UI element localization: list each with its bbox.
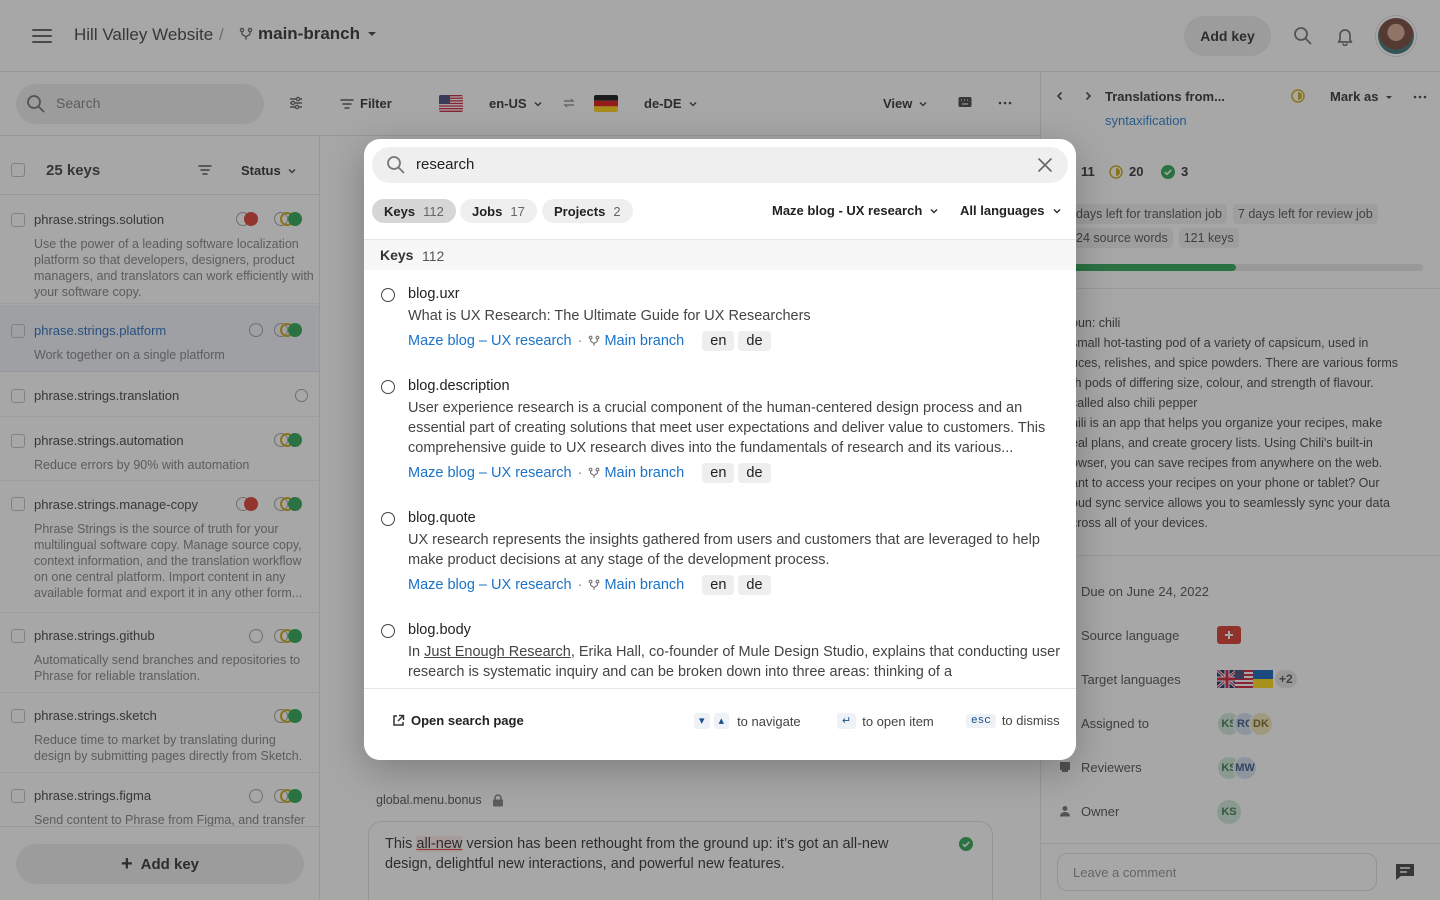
global-search-modal: research Keys 112 Jobs 17 Projects 2 Maze b… — [364, 139, 1076, 760]
result-meta: Maze blog – UX research · Main branch en… — [408, 575, 771, 595]
close-icon[interactable] — [1036, 156, 1054, 174]
search-result[interactable]: blog.quote UX research represents the in… — [364, 494, 1076, 606]
esc-key: esc — [966, 713, 996, 728]
arrow-up-key-icon: ▴ — [713, 713, 730, 729]
search-result[interactable]: blog.description User experience researc… — [364, 362, 1076, 494]
open-search-page-link[interactable]: Open search page — [392, 713, 524, 728]
navigate-hint: ▾ ▴ to navigate — [694, 713, 801, 729]
dismiss-hint: esc to dismiss — [966, 713, 1060, 728]
modal-footer: Open search page ▾ ▴ to navigate ↵ to op… — [364, 688, 1076, 760]
project-filter-label: Maze blog - UX research — [772, 203, 923, 218]
result-description: What is UX Research: The Ultimate Guide … — [408, 308, 811, 324]
project-filter-dropdown[interactable]: Maze blog - UX research — [772, 203, 939, 218]
tab-jobs[interactable]: Jobs 17 — [460, 199, 537, 223]
external-link-icon — [393, 714, 405, 726]
result-meta: Maze blog – UX research · Main branch en… — [408, 463, 771, 483]
results-section-header: Keys 112 — [364, 240, 1076, 270]
search-results-list: blog.uxr What is UX Research: The Ultima… — [364, 270, 1076, 688]
arrow-down-key-icon: ▾ — [694, 713, 710, 729]
branch-link[interactable]: Main branch — [604, 577, 684, 593]
tab-keys[interactable]: Keys 112 — [372, 199, 456, 223]
search-query: research — [416, 156, 475, 173]
branch-icon — [589, 467, 600, 478]
project-link[interactable]: Maze blog – UX research — [408, 577, 572, 593]
language-tag: de — [738, 331, 771, 351]
language-tag: en — [702, 331, 735, 351]
branch-link[interactable]: Main branch — [604, 465, 684, 481]
result-meta: Maze blog – UX research · Main branch en… — [408, 331, 771, 351]
project-link[interactable]: Maze blog – UX research — [408, 333, 572, 349]
branch-icon — [589, 335, 600, 346]
language-filter-dropdown[interactable]: All languages — [960, 203, 1062, 218]
chevron-down-icon — [930, 208, 938, 214]
language-filter-label: All languages — [960, 203, 1045, 218]
result-description: User experience research is a crucial co… — [408, 400, 1046, 456]
result-key: blog.uxr — [408, 286, 460, 302]
modal-search-input[interactable]: research — [372, 147, 1068, 183]
result-radio[interactable] — [381, 288, 395, 302]
enter-key-icon: ↵ — [837, 713, 857, 729]
search-result[interactable]: blog.uxr What is UX Research: The Ultima… — [364, 270, 1076, 362]
section-title: Keys — [380, 247, 414, 263]
result-description: In Just Enough Research, Erika Hall, co-… — [408, 644, 1061, 680]
result-description: UX research represents the insights gath… — [408, 532, 1040, 568]
search-icon — [387, 156, 405, 174]
language-tag: de — [738, 463, 771, 483]
result-key: blog.description — [408, 378, 510, 394]
branch-icon — [589, 579, 600, 590]
branch-link[interactable]: Main branch — [604, 333, 684, 349]
open-item-hint: ↵ to open item — [837, 713, 934, 729]
open-search-label: Open search page — [411, 713, 524, 728]
result-radio[interactable] — [381, 624, 395, 638]
section-count: 112 — [422, 248, 445, 264]
chevron-down-icon — [1053, 208, 1061, 214]
result-radio[interactable] — [381, 380, 395, 394]
language-tag: en — [702, 463, 735, 483]
project-link[interactable]: Maze blog – UX research — [408, 465, 572, 481]
search-result[interactable]: blog.body In Just Enough Research, Erika… — [364, 606, 1076, 688]
result-key: blog.body — [408, 622, 471, 638]
tab-projects[interactable]: Projects 2 — [542, 199, 633, 223]
language-tag: de — [738, 575, 771, 595]
language-tag: en — [702, 575, 735, 595]
result-key: blog.quote — [408, 510, 476, 526]
book-link[interactable]: Just Enough Research — [424, 644, 571, 660]
result-radio[interactable] — [381, 512, 395, 526]
